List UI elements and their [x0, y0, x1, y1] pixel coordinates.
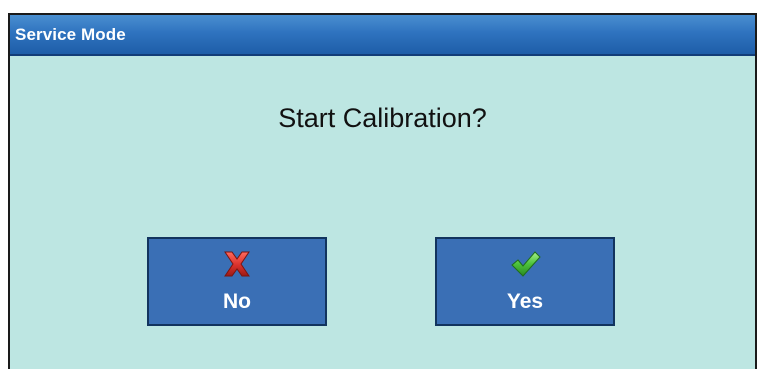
window-title: Service Mode [15, 25, 126, 44]
no-button-label: No [223, 290, 251, 313]
yes-button-label: Yes [506, 290, 544, 313]
red-x-icon [224, 251, 250, 277]
green-check-icon [511, 251, 541, 277]
service-mode-dialog: Service Mode Start Calibration? No Yes [8, 13, 757, 369]
no-button[interactable]: No [147, 237, 327, 326]
screen: Service Mode Start Calibration? No Yes [0, 0, 765, 369]
yes-button[interactable]: Yes [435, 237, 615, 326]
calibration-prompt: Start Calibration? [278, 103, 487, 133]
title-bar: Service Mode [10, 15, 755, 56]
